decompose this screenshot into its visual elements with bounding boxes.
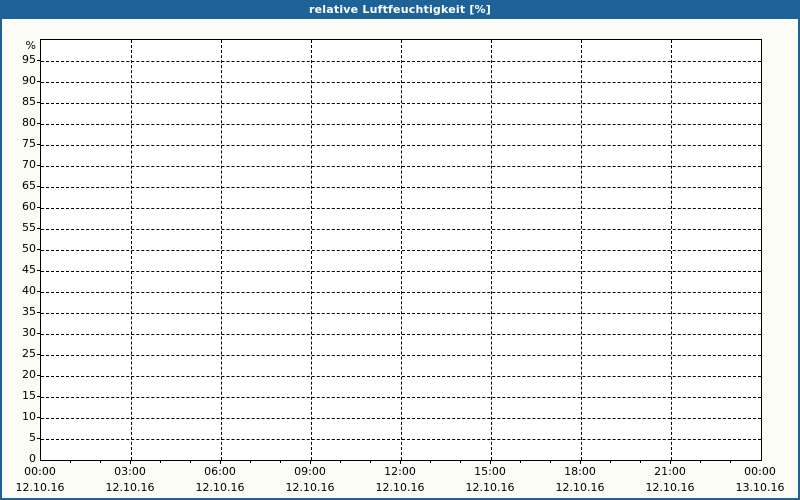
x-axis-minor-tick <box>250 460 251 463</box>
x-gridline <box>491 40 492 460</box>
y-axis-tick <box>37 375 41 376</box>
x-gridline <box>221 40 222 460</box>
y-axis-tick <box>37 207 41 208</box>
x-axis-time-label: 09:00 <box>275 466 345 478</box>
x-axis-date-label: 12.10.16 <box>275 482 345 494</box>
x-axis-minor-tick <box>610 460 611 463</box>
x-axis-time-label: 12:00 <box>365 466 435 478</box>
x-axis-date-label: 13.10.16 <box>725 482 795 494</box>
y-axis-tick <box>37 102 41 103</box>
x-axis-minor-tick <box>340 460 341 463</box>
plot-area <box>40 39 762 461</box>
x-axis-date-label: 12.10.16 <box>545 482 615 494</box>
y-axis-tick <box>37 417 41 418</box>
y-axis-tick-label: 60 <box>6 201 36 213</box>
x-axis-minor-tick <box>160 460 161 463</box>
y-axis-tick-label: 80 <box>6 117 36 129</box>
window-title: relative Luftfeuchtigkeit [%] <box>309 3 491 16</box>
x-axis-date-label: 12.10.16 <box>455 482 525 494</box>
y-axis-tick-label: 25 <box>6 348 36 360</box>
y-axis-tick-label: 35 <box>6 306 36 318</box>
y-axis-tick-label: 0 <box>6 453 36 465</box>
x-axis-major-tick <box>400 460 401 464</box>
x-axis-date-label: 12.10.16 <box>95 482 165 494</box>
x-axis-minor-tick <box>100 460 101 463</box>
y-axis-tick-label: 10 <box>6 411 36 423</box>
chart-window: relative Luftfeuchtigkeit [%] 0 5 10 15 20 25… <box>0 0 800 500</box>
x-axis-minor-tick <box>700 460 701 463</box>
y-axis-tick <box>37 396 41 397</box>
x-axis-minor-tick <box>520 460 521 463</box>
x-axis-minor-tick <box>730 460 731 463</box>
x-axis-minor-tick <box>280 460 281 463</box>
y-axis-unit-label: % <box>6 40 36 52</box>
x-axis-minor-tick <box>190 460 191 463</box>
y-axis-tick-label: 40 <box>6 285 36 297</box>
x-axis-date-label: 12.10.16 <box>365 482 435 494</box>
y-axis-tick <box>37 186 41 187</box>
y-axis-tick-label: 30 <box>6 327 36 339</box>
y-axis-tick-label: 5 <box>6 432 36 444</box>
x-axis-minor-tick <box>550 460 551 463</box>
y-axis-tick-label: 90 <box>6 75 36 87</box>
x-axis-date-label: 12.10.16 <box>635 482 705 494</box>
x-axis-date-label: 12.10.16 <box>5 482 75 494</box>
x-axis-major-tick <box>490 460 491 464</box>
x-axis-major-tick <box>220 460 221 464</box>
y-axis-tick-label: 55 <box>6 222 36 234</box>
y-axis-tick <box>37 270 41 271</box>
y-axis-tick-label: 85 <box>6 96 36 108</box>
x-axis-time-label: 00:00 <box>725 466 795 478</box>
y-axis-tick-label: 70 <box>6 159 36 171</box>
y-axis-tick <box>37 60 41 61</box>
y-axis-tick <box>37 291 41 292</box>
y-axis-tick <box>37 165 41 166</box>
x-axis-minor-tick <box>370 460 371 463</box>
x-gridline <box>581 40 582 460</box>
y-axis-tick-label: 75 <box>6 138 36 150</box>
y-axis-tick-label: 15 <box>6 390 36 402</box>
x-axis-date-label: 12.10.16 <box>185 482 255 494</box>
x-axis-time-label: 18:00 <box>545 466 615 478</box>
x-axis-minor-tick <box>640 460 641 463</box>
y-axis-tick-label: 65 <box>6 180 36 192</box>
x-axis-time-label: 03:00 <box>95 466 165 478</box>
x-axis-minor-tick <box>460 460 461 463</box>
x-gridline <box>311 40 312 460</box>
x-gridline <box>131 40 132 460</box>
y-axis-tick-label: 20 <box>6 369 36 381</box>
y-axis-tick <box>37 81 41 82</box>
y-axis-tick <box>37 249 41 250</box>
x-axis-time-label: 06:00 <box>185 466 255 478</box>
y-axis-tick <box>37 354 41 355</box>
x-axis-time-label: 00:00 <box>5 466 75 478</box>
y-axis-tick <box>37 123 41 124</box>
y-axis-tick <box>37 228 41 229</box>
window-title-bar: relative Luftfeuchtigkeit [%] <box>0 0 800 19</box>
y-axis-tick <box>37 333 41 334</box>
x-gridline <box>671 40 672 460</box>
x-axis-minor-tick <box>70 460 71 463</box>
x-axis-major-tick <box>310 460 311 464</box>
x-axis-major-tick <box>580 460 581 464</box>
y-axis-tick <box>37 312 41 313</box>
y-axis-tick-label: 95 <box>6 54 36 66</box>
y-axis-tick-label: 45 <box>6 264 36 276</box>
y-axis-tick <box>37 438 41 439</box>
y-axis-tick <box>37 144 41 145</box>
x-axis-major-tick <box>670 460 671 464</box>
x-gridline <box>401 40 402 460</box>
x-axis-time-label: 15:00 <box>455 466 525 478</box>
y-axis-tick-label: 50 <box>6 243 36 255</box>
x-axis-major-tick <box>130 460 131 464</box>
x-axis-minor-tick <box>430 460 431 463</box>
x-axis-time-label: 21:00 <box>635 466 705 478</box>
